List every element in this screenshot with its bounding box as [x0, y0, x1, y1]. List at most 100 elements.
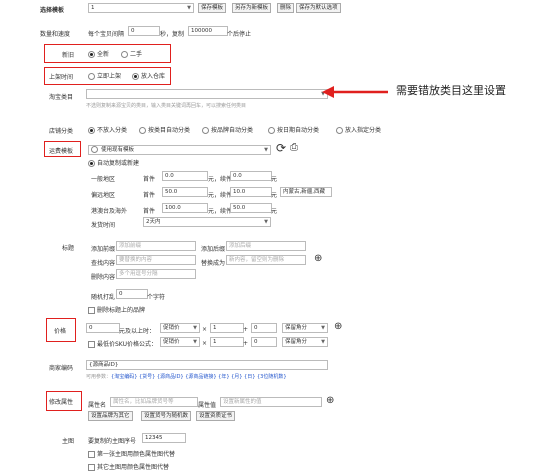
other-images-color-label: 其它主图用颜色属性图代替: [97, 464, 170, 471]
first-image-color-checkbox[interactable]: 第一张主图用颜色属性图代替: [88, 449, 175, 458]
region-first-label: 首件: [143, 208, 156, 215]
interval-sec-label: 秒，复制: [160, 31, 185, 38]
merchant-code-input[interactable]: {源商品ID}: [86, 360, 328, 370]
attr-value-input[interactable]: 设置新属性的值: [220, 397, 322, 407]
shop-cat-by-category-label: 按类目自动分类: [148, 127, 191, 134]
template-label: 选择模板: [40, 7, 65, 14]
shop-cat-by-brand-label: 按品牌自动分类: [211, 127, 254, 134]
condition-new-radio[interactable]: 全新: [88, 49, 109, 58]
set-certificate-button[interactable]: 设置资质证书: [196, 411, 236, 421]
delete-placeholder: 多个用逗号分隔: [119, 271, 158, 277]
plus-sign: +: [243, 340, 249, 347]
attr-name-input[interactable]: 属性名，比如品牌货号等: [110, 397, 198, 407]
count-suffix: 个后停止: [227, 31, 252, 38]
add-prefix-input[interactable]: 添加前缀: [116, 241, 196, 251]
attr-value-placeholder: 设置新属性的值: [223, 399, 262, 405]
listing-warehouse-radio[interactable]: 放入仓库: [132, 71, 165, 80]
region-first-input[interactable]: 0.0: [162, 171, 208, 181]
price-plus-input[interactable]: 0: [251, 323, 277, 333]
shop-cat-none-radio[interactable]: 不放入分类: [88, 125, 127, 134]
main-image-label: 主图: [62, 438, 75, 445]
shop-cat-specified-radio[interactable]: 放入指定分类: [336, 125, 381, 134]
add-suffix-placeholder: 添加后缀: [229, 243, 252, 249]
add-suffix-input[interactable]: 添加后缀: [226, 241, 306, 251]
shuffle-label: 随机打乱: [91, 294, 116, 301]
shop-cat-by-brand-radio[interactable]: 按品牌自动分类: [202, 125, 253, 134]
delete-template-button[interactable]: 删除: [277, 3, 295, 13]
shop-cat-specified-label: 放入指定分类: [345, 127, 382, 134]
region-first-input[interactable]: 50.0: [162, 187, 208, 197]
radio-unchecked-icon: [121, 51, 128, 58]
attr-name-label: 属性名: [88, 402, 107, 409]
price-threshold-text: 元及以上时：: [119, 328, 156, 335]
template-value: 1: [91, 5, 95, 11]
add-prefix-label: 添加前缀: [91, 246, 116, 253]
shop-cat-by-date-radio[interactable]: 按日期自动分类: [268, 125, 319, 134]
delete-input[interactable]: 多个用逗号分隔: [116, 269, 196, 279]
set-brand-other-button[interactable]: 设置品牌为其它: [88, 411, 133, 421]
min-sku-checkbox[interactable]: 最低价SKU价格公式：: [88, 339, 157, 348]
sku-round-value: 保留角分: [285, 339, 308, 345]
other-images-color-checkbox[interactable]: 其它主图用颜色属性图代替: [88, 462, 169, 471]
remove-brand-checkbox[interactable]: 删除标题上的品牌: [88, 305, 145, 314]
sku-round-select[interactable]: 保留角分 ▼: [282, 337, 328, 347]
replace-label: 替换成为: [201, 260, 226, 267]
radio-checked-icon: [88, 160, 95, 167]
save-as-new-template-button[interactable]: 另存为新模板: [232, 3, 272, 13]
vars-links[interactable]: {淘宝编码} {货号} {源商品ID} {源商品链接} {年} {月} {日} …: [111, 374, 287, 380]
region-extra-input[interactable]: 0.0: [230, 171, 272, 181]
shuffle-input[interactable]: 0: [116, 289, 148, 299]
add-price-rule-icon[interactable]: ⊕: [334, 321, 342, 332]
region-first-input[interactable]: 100.0: [162, 203, 208, 213]
shop-category-label: 店铺分类: [49, 128, 74, 135]
refresh-icon[interactable]: ⟳: [276, 141, 286, 155]
set-sku-random-button[interactable]: 设置货号为随机数: [141, 411, 192, 421]
sku-plus-input[interactable]: 0: [251, 337, 277, 347]
sku-multiplier-input[interactable]: 1: [210, 337, 244, 347]
shipping-auto-radio[interactable]: 自动复制或新建: [88, 158, 139, 167]
price-base-select[interactable]: 促销价 ▼: [160, 323, 200, 333]
chevron-down-icon: ▼: [193, 325, 197, 331]
chevron-down-icon: ▼: [321, 325, 325, 331]
region-note-input[interactable]: 内蒙古,新疆,西藏: [280, 187, 332, 197]
listing-warehouse-label: 放入仓库: [141, 73, 166, 80]
shipping-template-select[interactable]: 使用现有模板 ▼: [88, 145, 271, 155]
interval-input[interactable]: 0: [128, 26, 160, 36]
price-round-select[interactable]: 保留角分 ▼: [282, 323, 328, 333]
multiply-sign: ×: [202, 340, 208, 347]
sku-base-select[interactable]: 促销价 ▼: [160, 337, 200, 347]
count-input[interactable]: 100000: [188, 26, 228, 36]
save-default-button[interactable]: 保存为默认选项: [296, 3, 341, 13]
print-icon[interactable]: ⎙: [290, 142, 298, 153]
listing-now-radio[interactable]: 立即上架: [88, 71, 121, 80]
region-unit: 元: [271, 208, 278, 215]
chevron-down-icon: ▼: [187, 5, 191, 11]
chevron-down-icon: ▼: [264, 147, 268, 153]
title-label: 标题: [62, 245, 75, 252]
attributes-label: 修改属性: [49, 399, 74, 406]
region-name: 一般地区: [91, 176, 116, 183]
add-attribute-icon[interactable]: ⊕: [326, 395, 334, 406]
copy-index-input[interactable]: 12345: [142, 433, 186, 443]
price-threshold-input[interactable]: 0: [86, 323, 120, 333]
radio-unchecked-icon: [202, 127, 209, 134]
category-select[interactable]: ▼: [86, 89, 328, 99]
replace-placeholder: 新内容，留空则为删除: [229, 257, 285, 263]
find-placeholder: 要替换的内容: [119, 257, 153, 263]
region-extra-input[interactable]: 50.0: [230, 203, 272, 213]
ship-time-label: 发货时间: [91, 222, 116, 229]
add-rule-icon[interactable]: ⊕: [314, 253, 322, 264]
ship-time-select[interactable]: 2天内 ▼: [143, 217, 271, 227]
region-first-label: 首件: [143, 192, 156, 199]
condition-used-radio[interactable]: 二手: [121, 49, 142, 58]
save-template-button[interactable]: 保存模板: [198, 3, 227, 13]
region-extra-input[interactable]: 10.0: [230, 187, 272, 197]
checkbox-icon: [88, 464, 95, 471]
region-unit: 元: [271, 192, 278, 199]
price-multiplier-input[interactable]: 1: [210, 323, 244, 333]
template-select[interactable]: 1 ▼: [88, 3, 194, 13]
find-input[interactable]: 要替换的内容: [116, 255, 196, 265]
radio-unchecked-icon: [139, 127, 146, 134]
replace-input[interactable]: 新内容，留空则为删除: [226, 255, 306, 265]
shop-cat-by-category-radio[interactable]: 按类目自动分类: [139, 125, 190, 134]
